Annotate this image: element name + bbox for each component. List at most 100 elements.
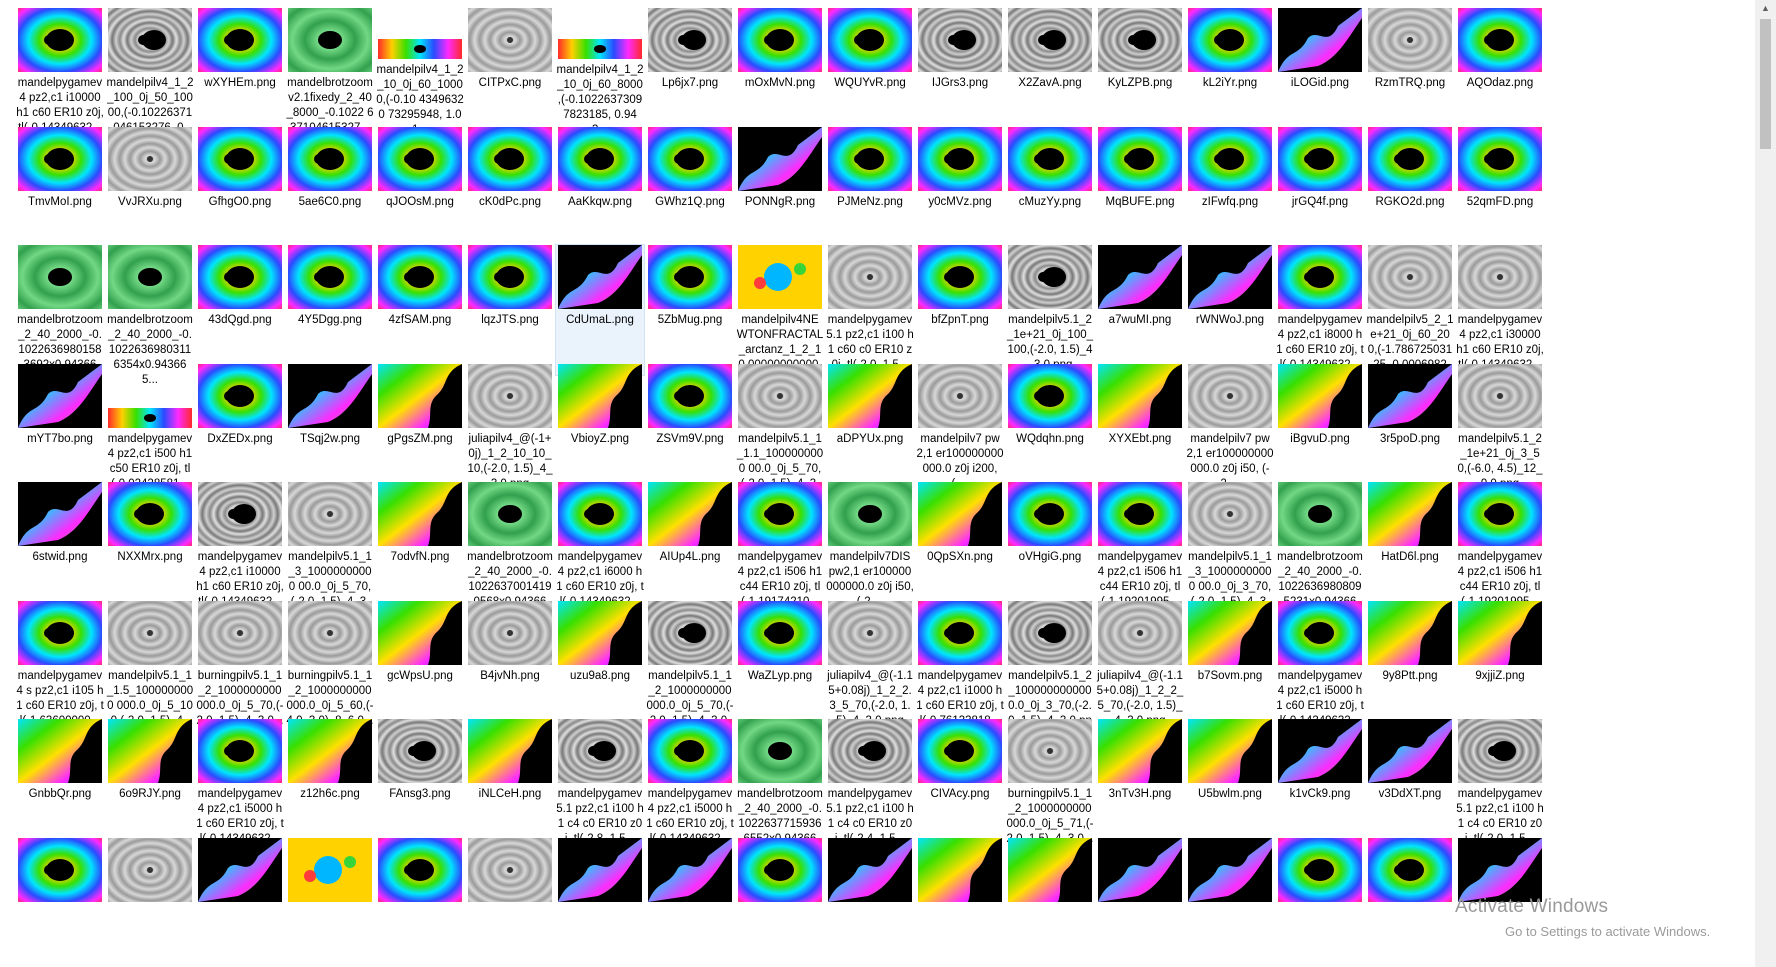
file-item[interactable]: mandelpilv4_1_2_10_0j_60_8000 ,(-0.10226…: [556, 8, 644, 138]
file-thumbnail[interactable]: [916, 363, 1004, 428]
file-thumbnail[interactable]: [826, 837, 914, 902]
file-item[interactable]: mandelpilv5_2_1e+21_0j_60_200,(-1.786725…: [1366, 245, 1454, 386]
file-thumbnail[interactable]: [376, 8, 464, 59]
file-thumbnail[interactable]: [1006, 600, 1094, 665]
file-item[interactable]: AaKkqw.png: [556, 126, 644, 257]
file-item[interactable]: juliapilv4_@(-1.15+0.08j)_1_2_2.3_5_70,(…: [826, 600, 914, 731]
file-thumbnail[interactable]: [286, 363, 374, 428]
file-thumbnail[interactable]: [16, 126, 104, 191]
file-item[interactable]: mandelbrotzoom_2_40_2000_-0.102263700141…: [466, 482, 554, 623]
file-item[interactable]: juliapilv4_@(-1.15+0.08j)_1_2_2_5_70,(-2…: [1096, 600, 1184, 731]
file-item[interactable]: GnbbQr.png: [16, 719, 104, 849]
file-thumbnail[interactable]: [466, 719, 554, 783]
file-thumbnail[interactable]: [1096, 8, 1184, 72]
file-item[interactable]: [916, 837, 1004, 967]
file-thumbnail[interactable]: [106, 600, 194, 665]
file-thumbnail[interactable]: [826, 8, 914, 72]
file-thumbnail[interactable]: [646, 600, 734, 665]
file-thumbnail[interactable]: [916, 8, 1004, 72]
file-thumbnail[interactable]: [286, 482, 374, 546]
file-item[interactable]: mandelpygamev4 pz2,c1 i6000 h1 c60 ER10 …: [556, 482, 644, 612]
file-item[interactable]: 52qmFD.png: [1456, 126, 1544, 257]
file-thumbnail[interactable]: [736, 837, 824, 902]
file-thumbnail[interactable]: [1366, 8, 1454, 72]
file-thumbnail[interactable]: [106, 245, 194, 309]
file-thumbnail[interactable]: [556, 363, 644, 428]
file-thumbnail[interactable]: [1456, 837, 1544, 902]
file-thumbnail[interactable]: [736, 8, 824, 72]
file-item[interactable]: mandelpygamev5.1 pz2,c1 i100 h1 c4 c0 ER…: [826, 719, 914, 849]
file-item[interactable]: Lp6jx7.png: [646, 8, 734, 138]
file-thumbnail[interactable]: [556, 245, 644, 309]
file-item[interactable]: mandelpilv5.1_2_1e+21_0j_100_100,(-2.0, …: [1006, 245, 1094, 375]
file-thumbnail[interactable]: [1186, 719, 1274, 783]
file-thumbnail[interactable]: [1276, 245, 1364, 309]
file-item[interactable]: cK0dPc.png: [466, 126, 554, 257]
file-item[interactable]: mandelpygamev4 pz2,c1 i1000 h1 c60 ER10 …: [916, 600, 1004, 731]
file-item[interactable]: [646, 837, 734, 967]
file-item[interactable]: iNLCeH.png: [466, 719, 554, 849]
file-item[interactable]: 3r5poD.png: [1366, 363, 1454, 494]
file-thumbnail[interactable]: [376, 363, 464, 428]
file-thumbnail[interactable]: [826, 126, 914, 191]
file-item[interactable]: TSqj2w.png: [286, 363, 374, 494]
file-thumbnail[interactable]: [1006, 837, 1094, 902]
file-thumbnail[interactable]: [16, 8, 104, 72]
file-item[interactable]: [376, 837, 464, 967]
file-thumbnail[interactable]: [916, 719, 1004, 783]
file-item[interactable]: 9y8Ptt.png: [1366, 600, 1454, 731]
file-thumbnail[interactable]: [1276, 8, 1364, 72]
file-item[interactable]: PJMeNz.png: [826, 126, 914, 257]
file-item[interactable]: [826, 837, 914, 967]
file-thumbnail[interactable]: [1366, 837, 1454, 902]
file-item[interactable]: [1006, 837, 1094, 967]
file-thumbnail[interactable]: [646, 126, 734, 191]
file-thumbnail[interactable]: [736, 719, 824, 783]
file-thumbnail[interactable]: [1456, 8, 1544, 72]
file-thumbnail[interactable]: [1186, 245, 1274, 309]
file-thumbnail[interactable]: [1366, 482, 1454, 546]
file-item[interactable]: qJOOsM.png: [376, 126, 464, 257]
file-item[interactable]: mandelpygamev5.1 pz2,c1 i100 h1 c4 c0 ER…: [1456, 719, 1544, 849]
file-item[interactable]: juliapilv4_@(-1+0j)_1_2_10_10_10,(-2.0, …: [466, 363, 554, 494]
file-item[interactable]: [106, 837, 194, 967]
file-thumbnail[interactable]: [556, 126, 644, 191]
file-thumbnail[interactable]: [376, 600, 464, 665]
file-item[interactable]: WQUYvR.png: [826, 8, 914, 138]
file-item[interactable]: iLOGid.png: [1276, 8, 1364, 138]
file-item[interactable]: AIUp4L.png: [646, 482, 734, 612]
file-thumbnail[interactable]: [1096, 837, 1184, 902]
file-item[interactable]: mandelbrotzoom_2_40_2000_-0.102263698031…: [106, 245, 194, 386]
file-thumbnail[interactable]: [16, 482, 104, 546]
file-thumbnail[interactable]: [826, 719, 914, 783]
file-item[interactable]: mandelpygamev4 pz2,c1 i10000 h1 c60 ER10…: [196, 482, 284, 612]
file-thumbnail[interactable]: [106, 8, 194, 72]
file-thumbnail[interactable]: [1456, 126, 1544, 191]
file-item[interactable]: [1186, 837, 1274, 967]
file-item[interactable]: b7Sovm.png: [1186, 600, 1274, 731]
file-thumbnail[interactable]: [1186, 363, 1274, 428]
file-thumbnail[interactable]: [1096, 363, 1184, 428]
file-thumbnail[interactable]: [646, 719, 734, 783]
file-item[interactable]: 4Y5Dgg.png: [286, 245, 374, 375]
file-item[interactable]: mandelpygamev4 s pz2,c1 i105 h1 c60 ER10…: [16, 600, 104, 731]
file-thumbnail[interactable]: [646, 837, 734, 902]
file-thumbnail[interactable]: [16, 719, 104, 783]
file-item[interactable]: [16, 837, 104, 967]
file-item[interactable]: y0cMVz.png: [916, 126, 1004, 257]
file-item[interactable]: mandelpilv7 pw2,1 er100000000000.0 z0j i…: [916, 363, 1004, 494]
file-thumbnail[interactable]: [826, 245, 914, 309]
file-item[interactable]: mandelpygamev5.1 pz2,c1 i100 h1 c60 c0 E…: [826, 245, 914, 375]
file-thumbnail[interactable]: [376, 245, 464, 309]
file-thumbnail[interactable]: [916, 482, 1004, 546]
file-item[interactable]: burningpilv5.1_1_2_1000000000 000.0_0j_5…: [196, 600, 284, 731]
file-item[interactable]: CIVAcy.png: [916, 719, 1004, 849]
file-thumbnail[interactable]: [1006, 126, 1094, 191]
file-item[interactable]: 6o9RJY.png: [106, 719, 194, 849]
file-item[interactable]: 5ae6C0.png: [286, 126, 374, 257]
file-item[interactable]: IJGrs3.png: [916, 8, 1004, 138]
file-thumbnail[interactable]: [196, 600, 284, 665]
file-thumbnail[interactable]: [376, 837, 464, 902]
file-thumbnail[interactable]: [556, 719, 644, 783]
file-thumbnail[interactable]: [196, 363, 284, 428]
